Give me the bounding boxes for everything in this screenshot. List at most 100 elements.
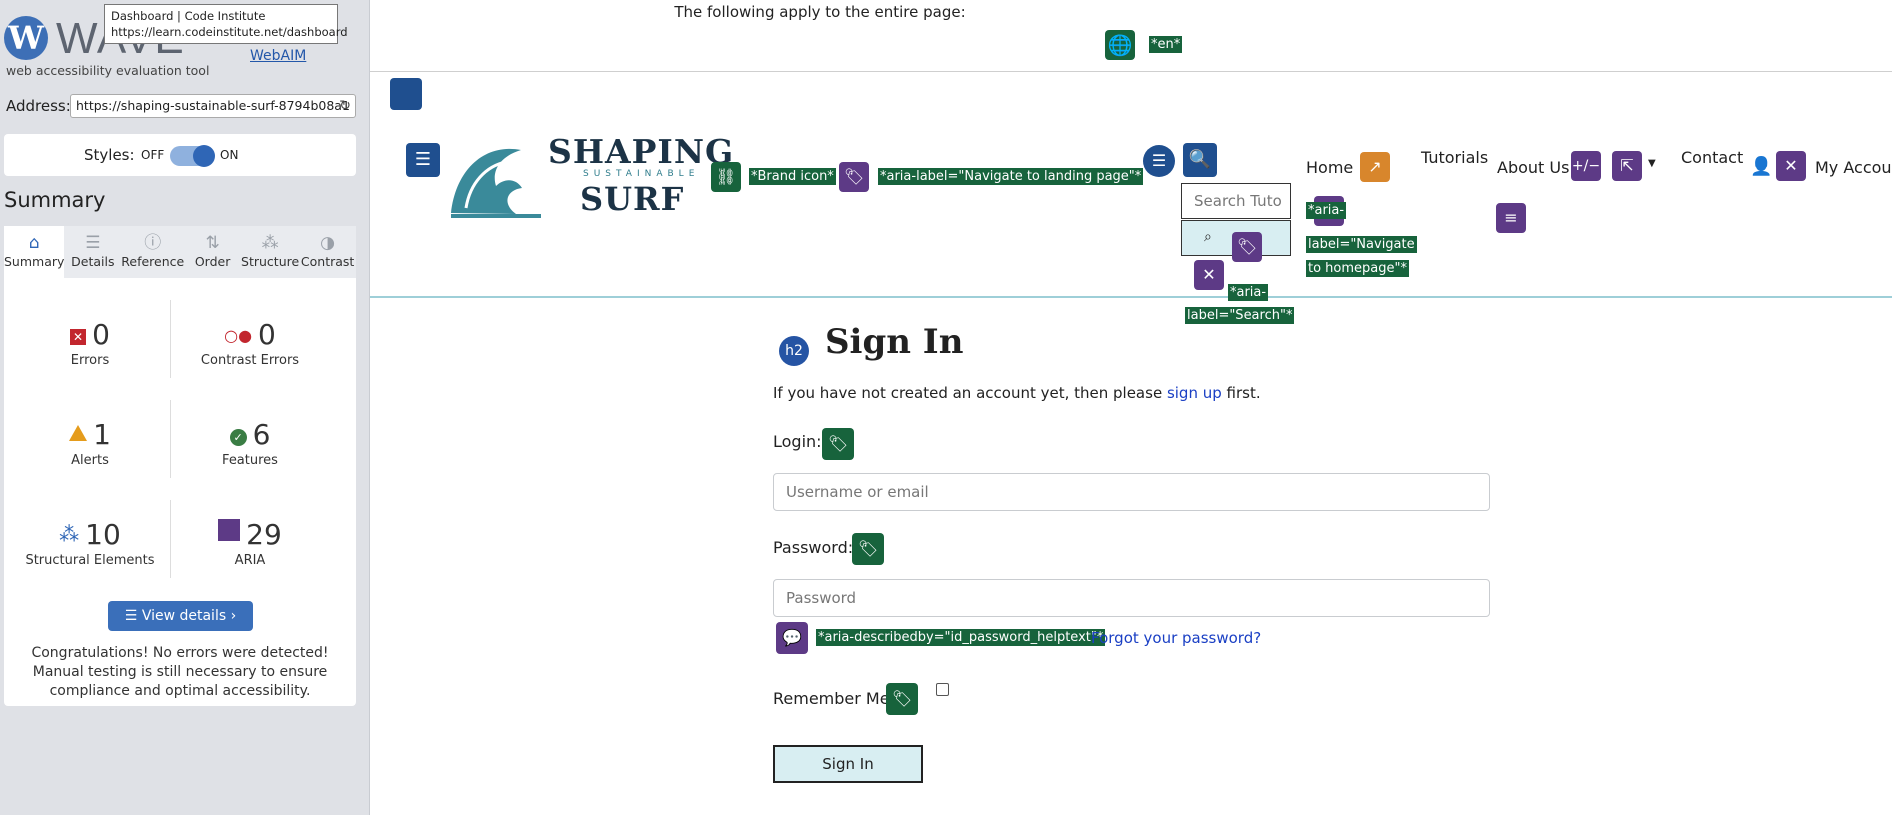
- tab-label: Structure: [241, 254, 300, 269]
- styles-on-label: ON: [220, 148, 239, 162]
- webaim-link[interactable]: WebAIM: [250, 48, 306, 64]
- search-input[interactable]: Search Tuto: [1181, 183, 1291, 219]
- page-level-bar: The following apply to the entire page: …: [370, 0, 1892, 72]
- nav-contact-link[interactable]: Contact: [1681, 148, 1743, 167]
- remember-label: Remember Me:: [773, 689, 895, 708]
- aria-popup-icon[interactable]: ⇱: [1612, 151, 1642, 181]
- summary-heading: Summary: [4, 188, 106, 212]
- wave-subtitle: web accessibility evaluation tool: [6, 63, 210, 78]
- tab-summary[interactable]: ⌂ Summary: [4, 226, 65, 278]
- errors-label: Errors: [70, 353, 110, 368]
- intro-before: If you have not created an account yet, …: [773, 384, 1167, 402]
- stat-contrast-errors[interactable]: ○● 0 Contrast Errors: [170, 318, 330, 368]
- contrast-error-icon: ○●: [224, 326, 253, 345]
- alerts-count: 1: [93, 418, 111, 451]
- tab-order[interactable]: ⇅ Order: [184, 226, 241, 278]
- forgot-password-link[interactable]: Forgot your password?: [1091, 629, 1261, 647]
- tooltip-url: https://learn.codeinstitute.net/dashboar…: [111, 25, 348, 39]
- tooltip-title: Dashboard | Code Institute: [111, 9, 266, 23]
- sign-in-button[interactable]: Sign In: [773, 745, 923, 783]
- brand-name-line2: SUSTAINABLE: [583, 169, 700, 179]
- search-aria-tag-2: label="Search"*: [1185, 307, 1295, 324]
- brand-name-line3: SURF: [580, 180, 685, 218]
- aria-label-icon[interactable]: 🏷: [1232, 232, 1262, 262]
- aria-describedby-icon[interactable]: 💬: [776, 622, 808, 654]
- styles-toggle[interactable]: [170, 145, 215, 167]
- aria-label-icon[interactable]: 🏷: [839, 162, 869, 192]
- styles-label: Styles:: [84, 146, 135, 164]
- password-label: Password:: [773, 538, 854, 557]
- tab-contrast[interactable]: ◑ Contrast: [299, 226, 356, 278]
- list-icon: ☰: [85, 233, 101, 253]
- region-icon[interactable]: [390, 78, 422, 110]
- language-tag: *en*: [1149, 36, 1183, 53]
- contrast-errors-count: 0: [258, 318, 276, 351]
- stat-errors[interactable]: ✕ 0 Errors: [10, 318, 170, 368]
- signup-link[interactable]: sign up: [1167, 384, 1222, 402]
- address-input[interactable]: https://shaping-sustainable-surf-8794b08…: [70, 94, 356, 118]
- stat-aria[interactable]: 29 ARIA: [170, 518, 330, 568]
- intro-after: first.: [1221, 384, 1261, 402]
- address-label: Address:: [6, 97, 71, 115]
- search-region-icon[interactable]: 🔍: [1183, 143, 1217, 177]
- nav-account-link[interactable]: My Accou: [1815, 158, 1892, 177]
- alert-icon: [69, 425, 88, 441]
- nav-home-link[interactable]: Home: [1306, 158, 1353, 177]
- tab-label: Summary: [4, 254, 65, 269]
- tab-structure[interactable]: ⁂ Structure: [241, 226, 299, 278]
- aria-menu-icon[interactable]: ≡: [1496, 203, 1526, 233]
- label-icon[interactable]: 🏷: [852, 533, 884, 565]
- page-title: Sign In: [825, 322, 964, 362]
- toggle-knob: [193, 145, 215, 167]
- tab-tooltip: Dashboard | Code Institute https://learn…: [104, 4, 348, 44]
- dropdown-caret-icon[interactable]: ▼: [1648, 158, 1656, 169]
- feature-check-icon: ✓: [229, 429, 247, 446]
- tab-details[interactable]: ☰ Details: [64, 226, 121, 278]
- alerts-label: Alerts: [71, 453, 109, 468]
- structural-label: Structural Elements: [25, 553, 155, 568]
- error-icon: ✕: [70, 329, 87, 345]
- stat-alerts[interactable]: 1 Alerts: [10, 418, 170, 468]
- search-aria-tag-1: *aria-: [1228, 284, 1269, 301]
- styles-off-label: OFF: [141, 148, 165, 162]
- tab-label: Order: [194, 254, 231, 269]
- aria-icon[interactable]: ✕: [1194, 260, 1224, 290]
- label-icon[interactable]: 🏷: [822, 428, 854, 460]
- nav-tutorials-link[interactable]: Tutorials: [1421, 148, 1488, 167]
- nav-about-link[interactable]: About Us: [1497, 158, 1569, 177]
- structure-icon: ⁂: [59, 522, 80, 546]
- link-icon[interactable]: ⛓: [711, 162, 741, 192]
- styles-toggle-box: Styles: OFF ON: [4, 134, 356, 176]
- landing-aria-tag: *aria-label="Navigate to landing page"*: [878, 168, 1144, 185]
- user-icon: 👤: [1750, 156, 1773, 177]
- aria-icon: [218, 519, 241, 541]
- tab-label: Details: [71, 254, 115, 269]
- language-icon[interactable]: 🌐: [1105, 30, 1135, 60]
- features-count: 6: [252, 418, 271, 451]
- contrast-errors-label: Contrast Errors: [200, 353, 300, 368]
- wave-logo-image[interactable]: [446, 138, 546, 220]
- search-icon: ⌕: [1204, 229, 1212, 245]
- aria-label: ARIA: [234, 553, 266, 568]
- list-structure-icon[interactable]: ☰: [1143, 145, 1175, 177]
- redundant-link-alert-icon[interactable]: ↗: [1360, 152, 1390, 182]
- login-input[interactable]: Username or email: [773, 473, 1490, 511]
- stat-structural[interactable]: ⁂ 10 Structural Elements: [10, 518, 170, 568]
- address-value: https://shaping-sustainable-surf-8794b08…: [76, 98, 350, 113]
- view-details-button[interactable]: ☰ View details ›: [108, 601, 253, 631]
- remember-checkbox[interactable]: [936, 683, 949, 696]
- password-input[interactable]: Password: [773, 579, 1490, 617]
- label-icon[interactable]: 🏷: [886, 683, 918, 715]
- view-details-label: View details ›: [141, 608, 237, 624]
- info-icon: ⓘ: [144, 233, 162, 253]
- aria-expanded-icon[interactable]: +/−: [1571, 151, 1601, 181]
- aria-hidden-icon[interactable]: ✕: [1776, 151, 1806, 181]
- structural-count: 10: [85, 518, 121, 551]
- header-region-icon[interactable]: ☰: [406, 143, 440, 177]
- heading-h2-icon[interactable]: h2: [779, 336, 809, 366]
- login-label: Login:: [773, 432, 822, 451]
- tab-reference[interactable]: ⓘ Reference: [121, 226, 184, 278]
- reload-icon[interactable]: ↻: [339, 95, 351, 117]
- stat-features[interactable]: ✓ 6 Features: [170, 418, 330, 468]
- brand-name-line1: SHAPING: [548, 132, 735, 171]
